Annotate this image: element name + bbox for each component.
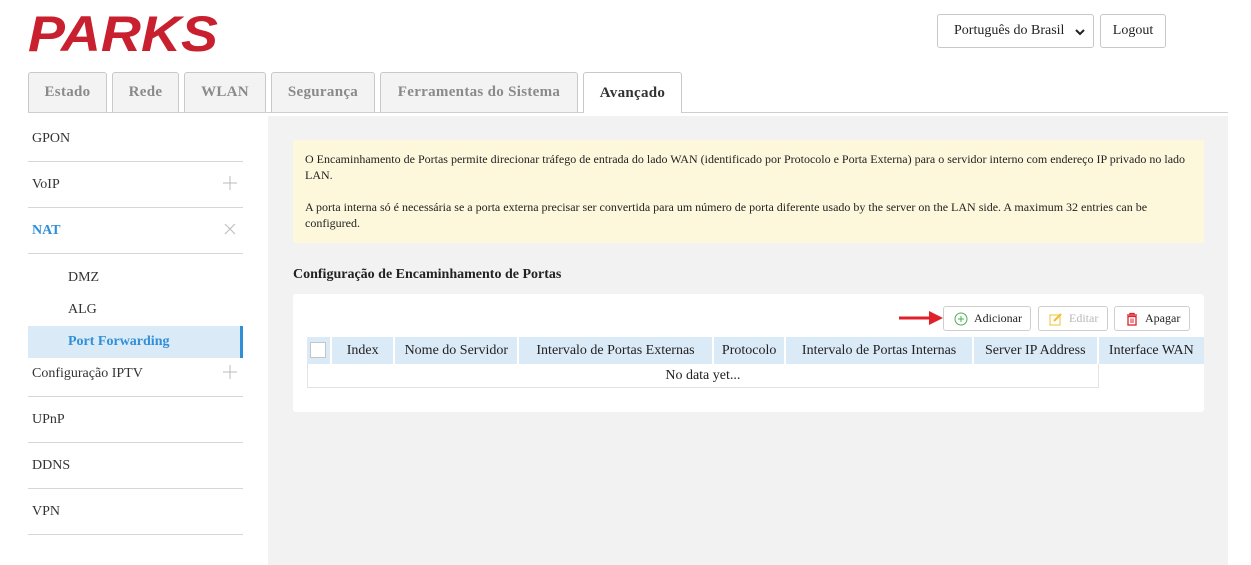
section-title: Configuração de Encaminhamento de Portas: [293, 267, 562, 282]
chevron-down-icon: [1075, 29, 1085, 36]
notice-text: A porta interna só é necessária se a por…: [305, 200, 1148, 230]
sidebar-item-label: GPON: [32, 130, 71, 146]
table-header-row: Index Nome do Servidor Intervalo de Port…: [307, 337, 1204, 364]
trash-icon: [1127, 312, 1137, 326]
select-all-checkbox[interactable]: [307, 337, 332, 364]
nat-submenu: DMZ ALG Port Forwarding: [28, 254, 243, 358]
column-header: Index: [331, 337, 396, 364]
column-header: Server IP Address: [973, 337, 1099, 364]
add-circle-icon: [954, 312, 968, 325]
column-header: Nome do Servidor: [395, 337, 520, 364]
column-header: Intervalo de Portas Internas: [786, 337, 974, 364]
edit-icon: [1049, 312, 1062, 325]
sidebar: GPON VoIP NAT DMZ ALG Port Forwarding Co…: [28, 116, 243, 535]
content-area: O Encaminhamento de Portas permite direc…: [268, 116, 1228, 565]
notice-text: O Encaminhamento de Portas permite direc…: [305, 152, 1186, 182]
sidebar-item-label: VoIP: [32, 176, 60, 192]
add-button-label: Adicionar: [974, 311, 1022, 325]
sidebar-item-ddns[interactable]: DDNS: [28, 443, 243, 489]
empty-table-message: No data yet...: [307, 364, 1099, 388]
plus-icon: [223, 176, 237, 190]
port-forwarding-panel: Adicionar Editar Apagar Index Nome do Se…: [293, 294, 1204, 412]
svg-text:PARKS: PARKS: [28, 11, 218, 55]
parks-logo: PARKS: [28, 6, 220, 62]
delete-button[interactable]: Apagar: [1114, 306, 1190, 331]
column-header: Intervalo de Portas Externas: [519, 337, 714, 364]
column-header: Protocolo: [713, 337, 787, 364]
tab-rede[interactable]: Rede: [112, 72, 179, 112]
sidebar-item-iptv[interactable]: Configuração IPTV: [28, 351, 243, 397]
sidebar-subitem-alg[interactable]: ALG: [28, 294, 243, 326]
sidebar-item-gpon[interactable]: GPON: [28, 116, 243, 162]
table-row: No data yet...: [307, 364, 1204, 388]
sidebar-subitem-dmz[interactable]: DMZ: [28, 262, 243, 294]
language-select[interactable]: Português do Brasil: [937, 14, 1094, 48]
sidebar-item-nat[interactable]: NAT: [28, 208, 243, 254]
column-header: Interface WAN: [1098, 337, 1204, 364]
sidebar-item-label: NAT: [32, 222, 61, 238]
sidebar-item-voip[interactable]: VoIP: [28, 162, 243, 208]
sidebar-item-label: DDNS: [32, 457, 71, 473]
tab-seguranca[interactable]: Segurança: [271, 72, 375, 112]
arrow-right-icon: [899, 311, 943, 325]
add-button[interactable]: Adicionar: [943, 306, 1031, 331]
main-tabs: Estado Rede WLAN Segurança Ferramentas d…: [28, 72, 1228, 113]
tab-estado[interactable]: Estado: [28, 72, 107, 112]
sidebar-item-label: UPnP: [32, 411, 65, 427]
close-icon: [224, 223, 236, 235]
edit-button-label: Editar: [1069, 311, 1099, 325]
logout-button[interactable]: Logout: [1100, 14, 1166, 48]
delete-button-label: Apagar: [1145, 311, 1181, 325]
port-forwarding-table: Index Nome do Servidor Intervalo de Port…: [307, 337, 1204, 388]
sidebar-item-vpn[interactable]: VPN: [28, 489, 243, 535]
empty-cell: [1099, 364, 1204, 388]
info-notice: O Encaminhamento de Portas permite direc…: [293, 140, 1204, 243]
sidebar-item-label: Configuração IPTV: [32, 365, 143, 381]
plus-icon: [223, 365, 237, 379]
sidebar-item-label: VPN: [32, 503, 61, 519]
sidebar-item-upnp[interactable]: UPnP: [28, 397, 243, 443]
tab-avancado[interactable]: Avançado: [583, 72, 682, 113]
tab-wlan[interactable]: WLAN: [184, 72, 266, 112]
language-select-value: Português do Brasil: [954, 23, 1065, 38]
tab-ferramentas[interactable]: Ferramentas do Sistema: [380, 72, 578, 112]
checkbox-box: [310, 342, 327, 359]
edit-button[interactable]: Editar: [1038, 306, 1108, 331]
